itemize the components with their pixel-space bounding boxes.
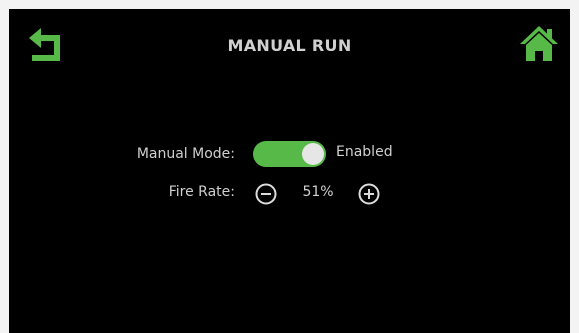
screen: MANUAL RUN Manual Mode: Enabled Fire Rat… xyxy=(9,9,570,333)
fire-rate-label: Fire Rate: xyxy=(168,184,235,200)
minus-circle-icon xyxy=(255,183,277,205)
plus-circle-icon xyxy=(358,183,380,205)
manual-mode-status: Enabled xyxy=(336,144,393,160)
home-icon xyxy=(520,26,558,61)
page-title: MANUAL RUN xyxy=(227,36,352,55)
manual-mode-toggle[interactable] xyxy=(253,141,326,167)
fire-rate-increment-button[interactable] xyxy=(358,183,380,205)
toggle-knob xyxy=(302,143,324,165)
manual-mode-label: Manual Mode: xyxy=(136,146,235,162)
fire-rate-decrement-button[interactable] xyxy=(255,183,277,205)
home-button[interactable] xyxy=(518,23,560,65)
fire-rate-value: 51% xyxy=(302,184,334,200)
